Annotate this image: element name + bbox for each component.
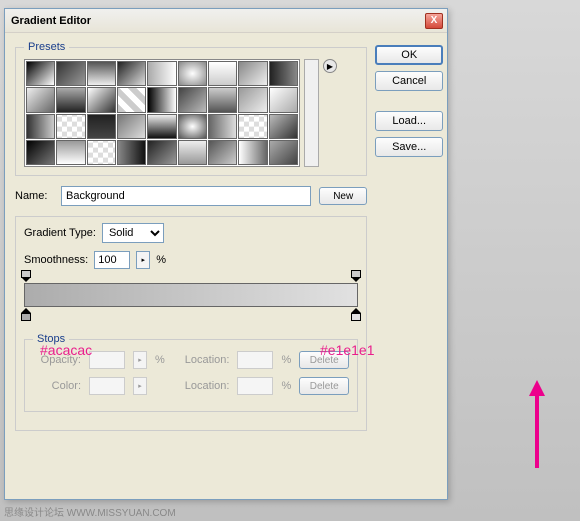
preset-swatch[interactable]: [178, 87, 207, 112]
opacity-stop-right[interactable]: [351, 270, 361, 282]
preset-swatch[interactable]: [269, 61, 298, 86]
presets-grid[interactable]: [24, 59, 300, 167]
gradient-type-label: Gradient Type:: [24, 227, 96, 239]
preset-swatch[interactable]: [147, 61, 176, 86]
new-button[interactable]: New: [319, 187, 367, 205]
close-icon: X: [431, 15, 438, 26]
preset-swatch[interactable]: [208, 87, 237, 112]
preset-swatch[interactable]: [87, 87, 116, 112]
titlebar: Gradient Editor X: [5, 9, 447, 33]
presets-fieldset: Presets: [15, 41, 367, 176]
annotation-hex-right: #e1e1e1: [320, 342, 375, 358]
preset-swatch[interactable]: [238, 87, 267, 112]
preset-swatch[interactable]: [87, 61, 116, 86]
smoothness-label: Smoothness:: [24, 254, 88, 266]
smoothness-input[interactable]: [94, 251, 130, 269]
preset-swatch[interactable]: [117, 114, 146, 139]
preset-swatch[interactable]: [147, 140, 176, 165]
location-label-2: Location:: [185, 380, 230, 392]
preset-swatch[interactable]: [208, 114, 237, 139]
preset-swatch[interactable]: [269, 87, 298, 112]
preset-swatch[interactable]: [26, 87, 55, 112]
preset-swatch[interactable]: [208, 140, 237, 165]
preset-swatch[interactable]: [56, 61, 85, 86]
location-label: Location:: [185, 354, 230, 366]
color-spinner: ▸: [133, 377, 147, 395]
smoothness-spinner[interactable]: ▸: [136, 251, 150, 269]
presets-scrollbar[interactable]: [304, 59, 319, 167]
preset-swatch[interactable]: [269, 114, 298, 139]
presets-legend: Presets: [24, 41, 69, 53]
delete-color-stop-button: Delete: [299, 377, 349, 395]
gradient-bar[interactable]: [24, 283, 358, 307]
preset-swatch[interactable]: [147, 87, 176, 112]
preset-swatch[interactable]: [147, 114, 176, 139]
dialog-title: Gradient Editor: [9, 15, 425, 27]
preset-swatch[interactable]: [26, 61, 55, 86]
preset-swatch[interactable]: [26, 114, 55, 139]
preset-swatch[interactable]: [56, 140, 85, 165]
preset-swatch[interactable]: [178, 61, 207, 86]
save-button[interactable]: Save...: [375, 137, 443, 157]
preset-swatch[interactable]: [56, 114, 85, 139]
color-stop-left[interactable]: [21, 308, 31, 320]
close-button[interactable]: X: [425, 13, 443, 29]
opacity-spinner: ▸: [133, 351, 147, 369]
annotation-hex-left: #acacac: [40, 342, 92, 358]
preset-swatch[interactable]: [87, 140, 116, 165]
percent-label: %: [156, 254, 166, 266]
preset-swatch[interactable]: [26, 140, 55, 165]
preset-swatch[interactable]: [238, 140, 267, 165]
preset-swatch[interactable]: [87, 114, 116, 139]
gradient-fieldset: Gradient Type: Solid Smoothness: ▸ %: [15, 216, 367, 431]
name-input[interactable]: [61, 186, 311, 206]
color-swatch-input: [89, 377, 125, 395]
gradient-editor-dialog: Gradient Editor X Presets: [4, 8, 448, 500]
cancel-button[interactable]: Cancel: [375, 71, 443, 91]
color-label: Color:: [33, 380, 81, 392]
arrow-annotation: [525, 380, 549, 473]
preset-swatch[interactable]: [178, 114, 207, 139]
preset-swatch[interactable]: [117, 61, 146, 86]
color-location-input: [237, 377, 273, 395]
watermark: 思缘设计论坛 WWW.MISSYUAN.COM: [4, 504, 176, 519]
ok-button[interactable]: OK: [375, 45, 443, 65]
preset-swatch[interactable]: [269, 140, 298, 165]
gradient-bar-wrap: [24, 283, 358, 307]
color-stop-right[interactable]: [351, 308, 361, 320]
gradient-type-select[interactable]: Solid: [102, 223, 164, 243]
preset-swatch[interactable]: [178, 140, 207, 165]
preset-swatch[interactable]: [238, 114, 267, 139]
preset-swatch[interactable]: [208, 61, 237, 86]
opacity-stop-left[interactable]: [21, 270, 31, 282]
opacity-location-input: [237, 351, 273, 369]
preset-swatch[interactable]: [238, 61, 267, 86]
preset-swatch[interactable]: [56, 87, 85, 112]
preset-swatch[interactable]: [117, 140, 146, 165]
name-label: Name:: [15, 190, 53, 202]
preset-swatch[interactable]: [117, 87, 146, 112]
presets-menu-button[interactable]: ▶: [323, 59, 337, 73]
load-button[interactable]: Load...: [375, 111, 443, 131]
opacity-input: [89, 351, 125, 369]
